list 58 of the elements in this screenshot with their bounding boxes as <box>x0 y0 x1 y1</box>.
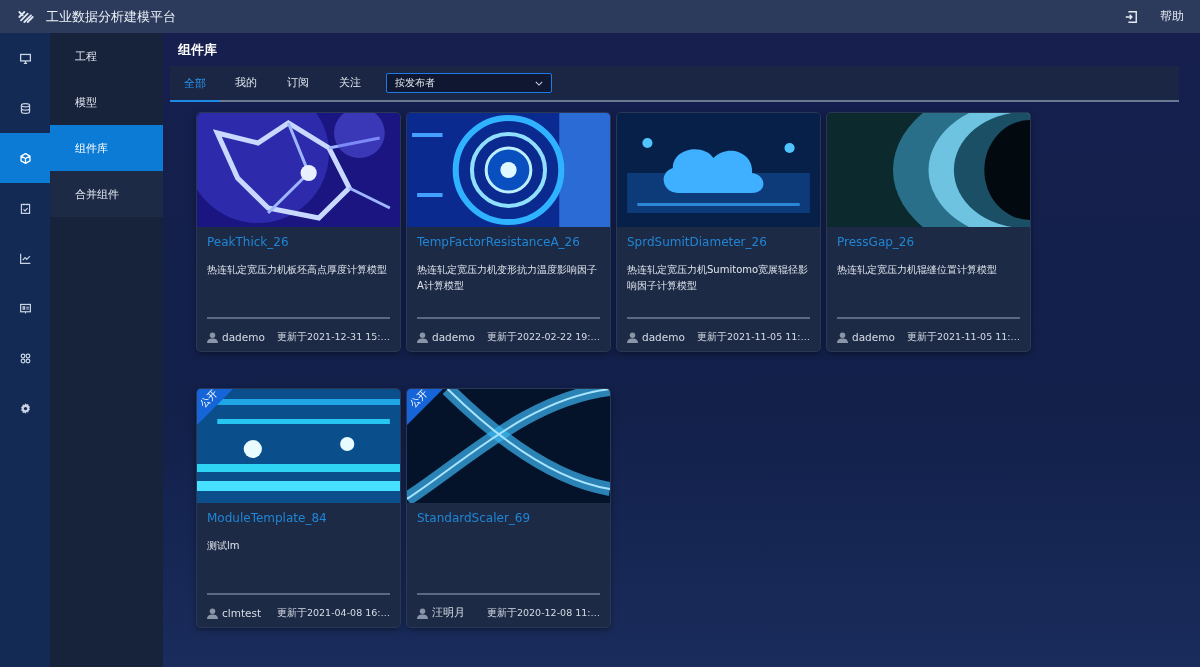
nav-item[interactable] <box>0 133 50 183</box>
card-title[interactable]: PressGap_26 <box>827 227 1030 253</box>
author-name: dademo <box>852 331 895 343</box>
component-card[interactable]: 公开 StandardScaler_69 汪明月 更新于2020-12-08 11:… <box>407 389 610 627</box>
user-icon <box>417 331 428 343</box>
public-ribbon: 公开 <box>407 389 443 425</box>
update-time: 更新于2022-02-22 19:… <box>486 330 600 344</box>
monitor-icon <box>18 51 32 65</box>
update-time: 更新于2021-12-31 15:… <box>276 330 390 344</box>
presentation-icon <box>18 301 32 315</box>
card-title[interactable]: StandardScaler_69 <box>407 503 610 529</box>
author-name: dademo <box>222 331 265 343</box>
update-time: 更新于2020-12-08 11:… <box>486 606 600 620</box>
tab[interactable]: 我的 <box>220 66 272 100</box>
clipboard-icon <box>18 201 32 215</box>
user-icon <box>837 331 848 343</box>
card-description: 热连轧定宽压力机板坯高点厚度计算模型 <box>207 264 387 275</box>
help-link[interactable]: 帮助 <box>1160 8 1184 25</box>
card-description: 热连轧定宽压力机变形抗力温度影响因子A计算模型 <box>417 264 597 291</box>
author-name: dademo <box>432 331 475 343</box>
update-time: 更新于2021-11-05 11:… <box>906 330 1020 344</box>
database-icon <box>18 101 32 115</box>
tab[interactable]: 订阅 <box>272 66 324 100</box>
exit-icon[interactable] <box>1124 9 1138 24</box>
card-description: 热连轧定宽压力机Sumitomo宽展辊径影响因子计算模型 <box>627 264 809 291</box>
tab[interactable]: 关注 <box>324 66 376 100</box>
app-title: 工业数据分析建模平台 <box>46 7 176 26</box>
component-card[interactable]: SprdSumitDiameter_26 热连轧定宽压力机Sumitomo宽展辊径影响因子计算模型 dademo 更新于2021-11-05 11:… <box>617 113 820 351</box>
user-icon <box>207 331 218 343</box>
author-name: clmtest <box>222 607 262 619</box>
public-ribbon: 公开 <box>197 389 233 425</box>
settings-icon <box>18 401 32 415</box>
page-title: 组件库 <box>177 41 218 59</box>
component-card[interactable]: TempFactorResistanceA_26 热连轧定宽压力机变形抗力温度影响因子A计算模型 dademo 更新于2022-02-22 19:… <box>407 113 610 351</box>
user-icon <box>207 607 218 619</box>
card-description: 测试lm <box>207 540 240 551</box>
apps-icon <box>18 351 32 365</box>
tab[interactable]: 全部 <box>170 66 220 102</box>
update-time: 更新于2021-04-08 16:… <box>276 606 390 620</box>
card-title[interactable]: TempFactorResistanceA_26 <box>407 227 610 253</box>
card-title[interactable]: SprdSumitDiameter_26 <box>617 227 820 253</box>
cube-icon <box>18 151 32 165</box>
menu-item[interactable]: 组件库 <box>50 125 163 171</box>
author-name: 汪明月 <box>432 606 465 620</box>
publisher-dropdown[interactable]: 按发布者 <box>386 73 552 93</box>
component-card[interactable]: PeakThick_26 热连轧定宽压力机板坯高点厚度计算模型 dademo 更新于2021-12-31 15:… <box>197 113 400 351</box>
update-time: 更新于2021-11-05 11:… <box>696 330 810 344</box>
line-chart-icon <box>18 251 32 265</box>
component-card[interactable]: PressGap_26 热连轧定宽压力机辊缝位置计算模型 dademo 更新于2021-11-05 11:… <box>827 113 1030 351</box>
card-title[interactable]: PeakThick_26 <box>197 227 400 253</box>
card-title[interactable]: ModuleTemplate_84 <box>197 503 400 529</box>
author-name: dademo <box>642 331 685 343</box>
user-icon <box>417 607 428 619</box>
menu-item[interactable]: 合并组件 <box>50 171 163 217</box>
component-card[interactable]: 公开 ModuleTemplate_84 测试lm clmtest 更新于2021-04-08 16:… <box>197 389 400 627</box>
user-icon <box>627 331 638 343</box>
chevron-down-icon <box>535 80 543 86</box>
card-description: 热连轧定宽压力机辊缝位置计算模型 <box>837 264 997 275</box>
